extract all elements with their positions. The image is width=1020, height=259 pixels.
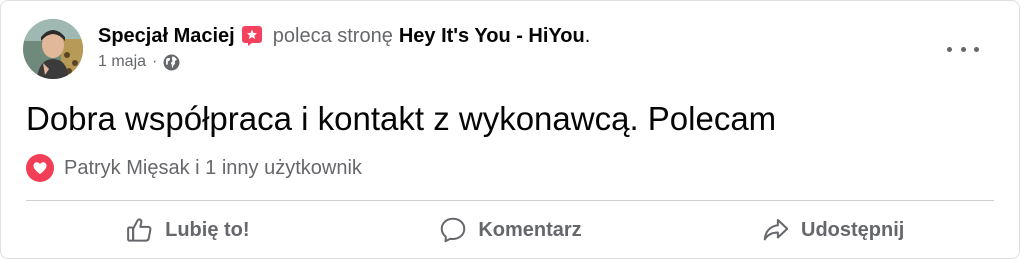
comment-icon <box>441 217 466 243</box>
post-card: Specjał Maciej poleca stronę Hey It's Yo… <box>0 0 1020 259</box>
thumbs-up-icon <box>127 218 152 242</box>
author-avatar[interactable] <box>23 19 83 79</box>
author-name[interactable]: Specjał Maciej <box>98 23 235 49</box>
post-body-text: Dobra współpraca i kontakt z wykonawcą. … <box>26 100 777 137</box>
title-period: . <box>584 25 591 47</box>
post-date[interactable]: 1 maja <box>98 53 146 71</box>
comment-button[interactable]: Komentarz <box>349 204 672 256</box>
share-label: Udostępnij <box>801 218 905 241</box>
more-dot-icon <box>974 46 979 52</box>
post-header: Specjał Maciej poleca stronę Hey It's Yo… <box>23 19 590 83</box>
reactions-summary[interactable]: Patryk Mięsak i 1 inny użytkownik <box>26 153 362 183</box>
reactions-summary-text: Patryk Mięsak i 1 inny użytkownik <box>64 156 362 179</box>
share-button[interactable]: Udostępnij <box>671 204 994 256</box>
action-verb: poleca stronę <box>272 25 393 47</box>
share-icon <box>763 219 789 241</box>
post-actions-bar: Lubię to! Komentarz Udostępnij <box>26 204 994 256</box>
separator-dot: · <box>152 53 158 70</box>
more-dot-icon <box>947 46 952 52</box>
post-title-line: Specjał Maciej poleca stronę Hey It's Yo… <box>98 23 590 49</box>
post-subline: 1 maja · <box>98 53 590 71</box>
actions-divider <box>26 200 994 201</box>
more-options-button[interactable] <box>947 37 979 61</box>
recommend-star-icon <box>241 25 263 47</box>
like-button[interactable]: Lubię to! <box>26 204 349 256</box>
post-meta: Specjał Maciej poleca stronę Hey It's Yo… <box>98 19 590 71</box>
globe-icon[interactable] <box>163 54 180 71</box>
heart-icon <box>26 154 54 182</box>
comment-label: Komentarz <box>478 218 582 241</box>
more-dot-icon <box>960 46 966 52</box>
recommended-page-link[interactable]: Hey It's You - HiYou <box>399 23 585 49</box>
like-label: Lubię to! <box>165 218 250 241</box>
